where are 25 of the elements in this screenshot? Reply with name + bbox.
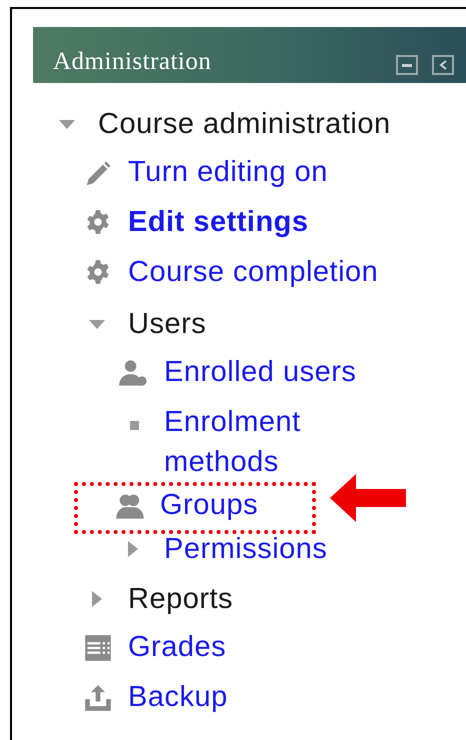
tree-branch-label[interactable]: Users	[128, 307, 206, 341]
dock-icon[interactable]	[432, 55, 454, 75]
tree-link[interactable]: Backup	[128, 677, 228, 717]
tree-branch-label[interactable]: Reports	[128, 582, 234, 616]
tree-link[interactable]: Grades	[128, 627, 226, 667]
gear-icon	[85, 259, 111, 285]
table-icon	[84, 634, 112, 662]
gear-icon	[85, 209, 111, 235]
tree-link[interactable]: Groups	[160, 485, 258, 525]
tree-link[interactable]: Edit settings	[128, 202, 309, 242]
upload-icon	[84, 684, 112, 712]
block-title: Administration	[53, 47, 212, 77]
people-icon	[114, 492, 146, 520]
caret-down-icon[interactable]	[88, 319, 106, 331]
tree-link[interactable]: Course completion	[128, 252, 378, 292]
minimize-icon[interactable]	[396, 55, 418, 75]
caret-right-icon[interactable]	[91, 590, 103, 608]
bullet-icon	[130, 421, 138, 430]
tree-link[interactable]: Enrolment methods	[164, 402, 394, 482]
tree-link[interactable]: Enrolled users	[164, 352, 356, 392]
tree-link[interactable]: Permissions	[164, 532, 328, 566]
tree-branch-label[interactable]: Course administration	[98, 107, 391, 141]
caret-down-icon[interactable]	[58, 119, 76, 131]
tree-link[interactable]: Turn editing on	[128, 152, 328, 192]
caret-right-icon[interactable]	[127, 540, 139, 558]
